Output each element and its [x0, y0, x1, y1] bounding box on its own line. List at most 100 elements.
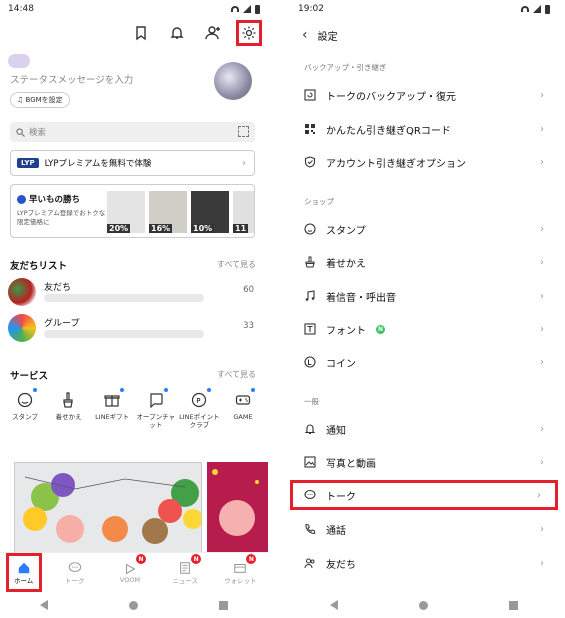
status-bar: 19:02: [290, 0, 558, 18]
chevron-right-icon: ›: [540, 523, 544, 535]
list-item[interactable]: グループ 33: [8, 314, 258, 344]
product-thumb[interactable]: 16%: [149, 191, 187, 233]
settings-item-calls[interactable]: 通話 ›: [290, 514, 558, 544]
home-icon: [18, 562, 29, 573]
new-badge: N: [191, 554, 202, 564]
search-input[interactable]: 検索: [10, 122, 255, 142]
tab-voom[interactable]: N VOOM: [108, 553, 152, 592]
settings-item-talk[interactable]: トーク ›: [290, 480, 558, 510]
settings-item-qr-transfer[interactable]: かんたん引き継ぎQRコード ›: [290, 114, 558, 144]
product-thumb[interactable]: 20%: [107, 191, 145, 233]
wifi-icon: [231, 6, 239, 12]
wifi-icon: [521, 6, 529, 12]
status-message[interactable]: ステータスメッセージを入力: [10, 72, 133, 86]
settings-item-account-transfer[interactable]: アカウント引き継ぎオプション ›: [290, 147, 558, 177]
service-game[interactable]: GAME: [222, 388, 264, 429]
service-openchat[interactable]: オープンチャット: [135, 388, 177, 429]
page-title: 設定: [317, 31, 338, 43]
photo-icon: [304, 456, 316, 468]
services-title: サービス: [10, 371, 49, 382]
add-friend-icon[interactable]: [200, 20, 226, 46]
nav-recent-icon[interactable]: [508, 600, 518, 610]
chevron-right-icon: ›: [540, 223, 544, 235]
nav-back-icon[interactable]: [40, 600, 49, 610]
chevron-right-icon: ›: [540, 456, 544, 468]
settings-item-talk-backup[interactable]: トークのバックアップ・復元 ›: [290, 80, 558, 110]
service-theme[interactable]: 着せかえ: [48, 390, 90, 429]
balloons-illustration: [23, 473, 201, 544]
gift-icon: [102, 388, 125, 410]
music-note-icon: ♫: [17, 96, 24, 104]
game-icon: [233, 388, 255, 410]
promo-card[interactable]: 早いもの勝ち LYPプレミアム登録でおトクな限定価格に 20% 16% 10% …: [10, 184, 255, 238]
service-points[interactable]: P LINEポイントクラブ: [178, 388, 220, 429]
talk-icon: [304, 489, 316, 500]
coin-icon: [304, 356, 316, 368]
sticker-promo-banner-2[interactable]: [207, 462, 268, 554]
home-screen: 14:48 ステータスメッセージを入力 ♫ BGMを設定 検索 LYP LYPプ…: [0, 0, 268, 618]
battery-icon: [255, 4, 260, 14]
talk-icon: [68, 561, 81, 572]
nav-home-icon[interactable]: [128, 600, 138, 610]
profile-section[interactable]: ステータスメッセージを入力 ♫ BGMを設定: [0, 52, 268, 114]
shield-icon: [304, 156, 316, 168]
scan-icon[interactable]: [238, 126, 249, 137]
new-badge: N: [246, 554, 257, 564]
lyp-logo: LYP: [17, 158, 39, 168]
bell-icon[interactable]: [164, 20, 190, 46]
svg-text:P: P: [197, 397, 201, 405]
back-chevron-icon[interactable]: ‹: [302, 27, 308, 43]
friends-icon: [304, 558, 315, 569]
section-title-general: 一般: [304, 397, 319, 406]
smile-icon: [15, 388, 37, 410]
product-thumb[interactable]: 10%: [191, 191, 229, 233]
tab-news[interactable]: N ニュース: [163, 553, 207, 592]
signal-icon: [243, 5, 251, 13]
chevron-right-icon: ›: [540, 256, 544, 268]
avatar[interactable]: [214, 62, 252, 100]
tab-home[interactable]: ホーム: [5, 553, 42, 592]
bgm-button[interactable]: ♫ BGMを設定: [10, 92, 70, 108]
settings-item-notifications[interactable]: 通知 ›: [290, 414, 558, 444]
settings-item-friends[interactable]: 友だち ›: [290, 548, 558, 578]
voom-icon: [125, 563, 136, 574]
wallet-icon: [234, 563, 247, 573]
nav-home-icon[interactable]: [418, 600, 428, 610]
new-badge: N: [376, 324, 385, 334]
qr-icon: [305, 124, 315, 134]
music-icon: [305, 290, 315, 301]
signal-icon: [533, 5, 541, 13]
chevron-right-icon: ›: [540, 123, 544, 135]
service-gift[interactable]: LINEギフト: [91, 388, 133, 429]
tab-wallet[interactable]: N ウォレット: [218, 553, 262, 592]
settings-item-themes[interactable]: 着せかえ ›: [290, 247, 558, 277]
settings-gear-icon[interactable]: [236, 20, 262, 46]
chevron-right-icon: ›: [540, 356, 544, 368]
lyp-premium-banner[interactable]: LYP LYPプレミアムを無料で体験 ›: [10, 150, 255, 176]
sticker-promo-banner[interactable]: [14, 462, 202, 554]
nav-recent-icon[interactable]: [218, 600, 228, 610]
shop-badge-icon: [17, 194, 26, 204]
system-nav-bar: [290, 592, 558, 618]
font-icon: [304, 323, 316, 335]
services-see-all-link[interactable]: すべて見る: [217, 369, 256, 380]
bookmark-icon[interactable]: [128, 20, 154, 46]
list-item[interactable]: 友だち 60: [8, 278, 258, 308]
friends-list-title: 友だちリスト: [10, 261, 68, 272]
tab-talk[interactable]: トーク: [53, 553, 97, 592]
search-icon: [16, 127, 25, 137]
settings-item-photos-videos[interactable]: 写真と動画 ›: [290, 447, 558, 477]
chat-bubble-icon: [146, 388, 168, 410]
service-sticker[interactable]: スタンプ: [4, 388, 46, 429]
settings-item-fonts[interactable]: フォント N ›: [290, 314, 558, 344]
settings-item-coins[interactable]: コイン ›: [290, 347, 558, 377]
friends-group-avatar: [8, 278, 36, 306]
nav-back-icon[interactable]: [330, 600, 339, 610]
home-top-icons: [128, 20, 262, 46]
bell-icon: [304, 424, 316, 435]
settings-item-stickers[interactable]: スタンプ ›: [290, 214, 558, 244]
chevron-right-icon: ›: [540, 323, 544, 335]
product-thumb[interactable]: 11: [233, 191, 254, 233]
friends-see-all-link[interactable]: すべて見る: [217, 259, 256, 270]
settings-item-ringtones[interactable]: 着信音・呼出音 ›: [290, 281, 558, 311]
